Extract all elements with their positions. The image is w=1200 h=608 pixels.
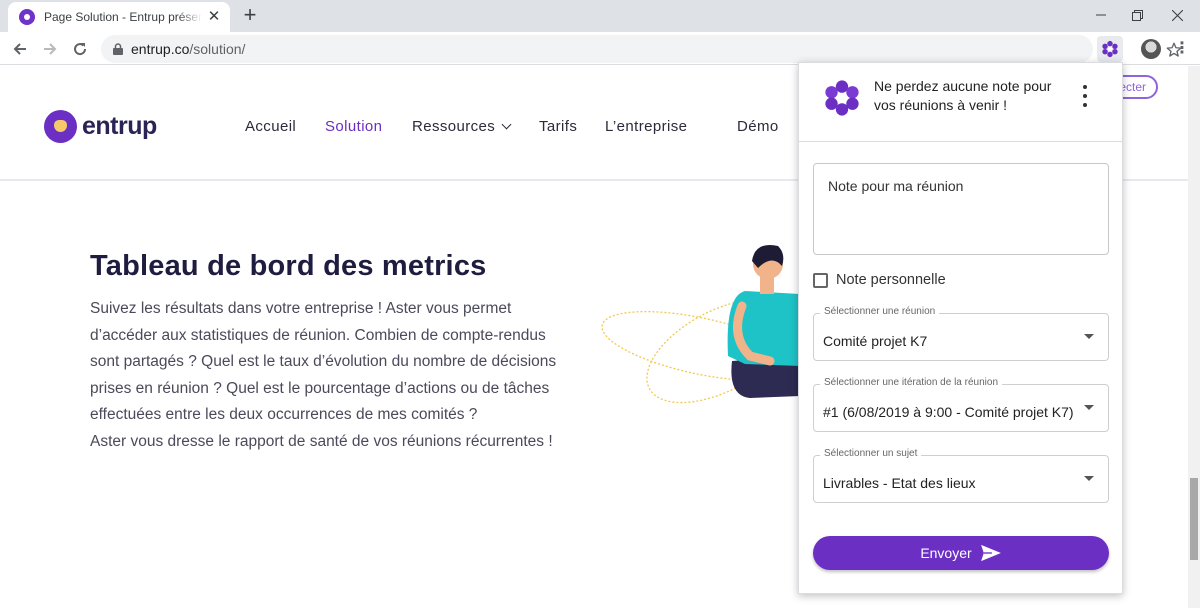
- close-window-button[interactable]: [1154, 0, 1200, 30]
- aster-flower-icon: [1102, 40, 1118, 58]
- tab-title: Page Solution - Entrup présente Aster: [44, 10, 202, 24]
- topic-select-value: Livrables - Etat des lieux: [823, 475, 976, 491]
- description-line: Suivez les résultats dans votre entrepri…: [90, 300, 512, 317]
- logo-text: entrup: [82, 112, 157, 140]
- person-sitting-illustration: [601, 245, 800, 404]
- url-path: /solution/: [189, 41, 246, 57]
- reload-button[interactable]: [67, 36, 93, 62]
- close-tab-icon[interactable]: ✕: [206, 9, 222, 25]
- send-button[interactable]: Envoyer: [813, 536, 1109, 570]
- tab-strip: Page Solution - Entrup présente Aster ✕ …: [0, 0, 1200, 32]
- site-favicon-icon: [19, 9, 35, 25]
- browser-tab[interactable]: Page Solution - Entrup présente Aster ✕: [8, 2, 230, 32]
- iteration-select-label: Sélectionner une itération de la réunion: [820, 377, 1003, 388]
- description-line: sont partagés ? Quel est le taux d’évolu…: [90, 353, 557, 371]
- iteration-select-value: #1 (6/08/2019 à 9:00 - Comité projet K7): [823, 404, 1074, 420]
- minimize-icon: [1096, 14, 1106, 16]
- page-scrollbar[interactable]: [1188, 66, 1200, 608]
- aster-extension-popup: Ne perdez aucune note pour vos réunions …: [798, 62, 1123, 594]
- dropdown-arrow-icon: [1084, 476, 1094, 481]
- url-domain: entrup.co: [131, 41, 190, 57]
- topic-select-label: Sélectionner un sujet: [820, 448, 922, 459]
- description-line: effectuées entre les deux occurrences de…: [90, 406, 478, 424]
- browser-menu-icon[interactable]: ⋮: [1174, 40, 1190, 58]
- meeting-select-value: Comité projet K7: [823, 333, 928, 349]
- dropdown-arrow-icon: [1084, 334, 1094, 339]
- aster-extension-button[interactable]: [1097, 36, 1123, 62]
- nav-accueil[interactable]: Accueil: [245, 118, 296, 135]
- send-icon: [980, 544, 1001, 562]
- arrow-left-icon: [13, 43, 26, 55]
- meeting-note-input[interactable]: [813, 163, 1109, 255]
- lock-icon: [113, 43, 123, 55]
- nav-ressources[interactable]: Ressources: [412, 118, 512, 135]
- description-line: prises en réunion ? Quel est le pourcent…: [90, 379, 550, 397]
- restore-icon: [1131, 9, 1143, 21]
- scrollbar-thumb[interactable]: [1190, 478, 1198, 560]
- browser-toolbar: entrup.co/solution/ ⋮: [0, 32, 1200, 65]
- popup-header: Ne perdez aucune note pour vos réunions …: [799, 63, 1122, 142]
- entrup-heart-icon: [44, 110, 77, 143]
- forward-button[interactable]: [37, 36, 63, 62]
- dropdown-arrow-icon: [1084, 405, 1094, 410]
- new-tab-button[interactable]: +: [239, 4, 261, 27]
- nav-demo[interactable]: Démo: [737, 118, 779, 135]
- meeting-select[interactable]: Sélectionner une réunion Comité projet K…: [813, 306, 1109, 361]
- more-options-icon[interactable]: [1077, 85, 1093, 107]
- personal-note-option[interactable]: Note personnelle: [813, 272, 946, 288]
- chevron-down-icon: [501, 119, 512, 130]
- entrup-logo[interactable]: entrup: [44, 110, 157, 143]
- send-button-label: Envoyer: [920, 545, 972, 561]
- nav-solution[interactable]: Solution: [325, 118, 382, 135]
- reload-icon: [74, 43, 87, 56]
- popup-message: Ne perdez aucune note pour vos réunions …: [874, 78, 1052, 113]
- section-description: Suivez les résultats dans votre entrepri…: [90, 296, 570, 456]
- description-line: d’accéder aux statistiques de réunion. C…: [90, 326, 546, 344]
- personal-note-checkbox[interactable]: [813, 272, 828, 288]
- close-icon: [1171, 9, 1183, 21]
- aster-logo-icon: [825, 80, 859, 116]
- address-bar[interactable]: entrup.co/solution/: [101, 35, 1182, 63]
- meeting-select-label: Sélectionner une réunion: [820, 306, 940, 317]
- description-line: Aster vous dresse le rapport de santé de…: [90, 432, 553, 450]
- iteration-select[interactable]: Sélectionner une itération de la réunion…: [813, 377, 1109, 432]
- back-button[interactable]: [7, 36, 33, 62]
- nav-entreprise[interactable]: L’entreprise: [605, 118, 687, 135]
- arrow-right-icon: [44, 43, 57, 55]
- personal-note-label: Note personnelle: [836, 272, 946, 288]
- url-text: entrup.co/solution/: [131, 41, 245, 57]
- nav-tarifs[interactable]: Tarifs: [539, 118, 577, 135]
- nav-ressources-label: Ressources: [412, 118, 496, 135]
- topic-select[interactable]: Sélectionner un sujet Livrables - Etat d…: [813, 448, 1109, 503]
- profile-avatar[interactable]: [1141, 39, 1161, 59]
- section-title: Tableau de bord des metrics: [90, 250, 487, 282]
